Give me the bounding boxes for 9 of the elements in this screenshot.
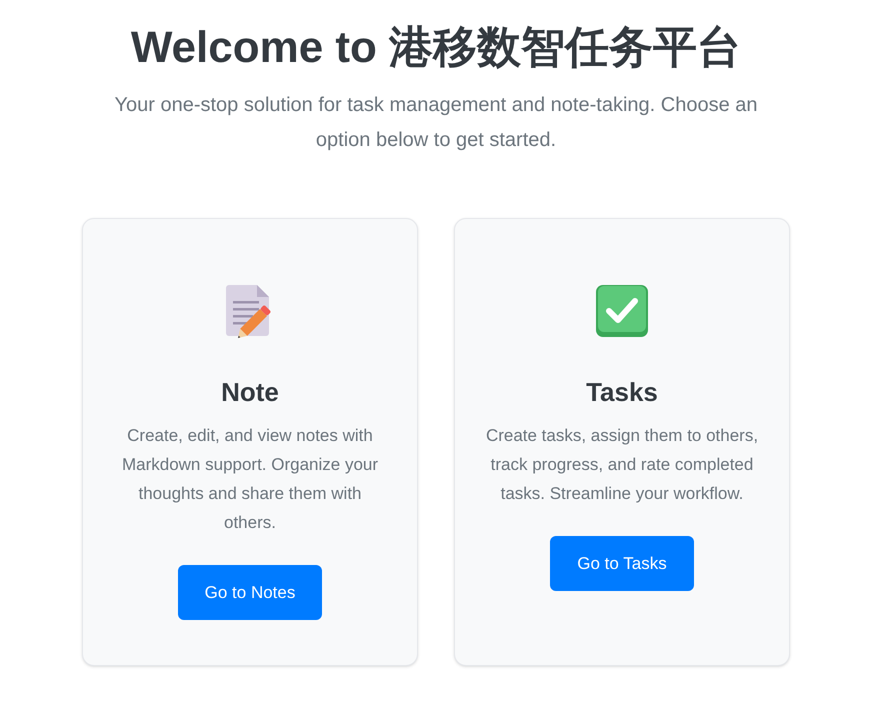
card-description: Create, edit, and view notes with Markdown support. Organize your thoughts and share them with others. [120,425,380,534]
go-button[interactable]: Go to Notes [178,565,322,620]
check-box-icon [595,284,649,338]
card-title: Note [221,376,279,409]
go-button[interactable]: Go to Tasks [550,536,694,591]
page-subtitle: Your one-stop solution for task management and note-taking. Choose an option below to get started. [113,93,758,153]
card-title: Tasks [586,376,658,409]
page-title: Welcome to 港移数智任务平台 [130,22,742,74]
card-description: Create tasks, assign them to others, track progress, and rate completed tasks. Streamline your workflow. [485,425,759,505]
